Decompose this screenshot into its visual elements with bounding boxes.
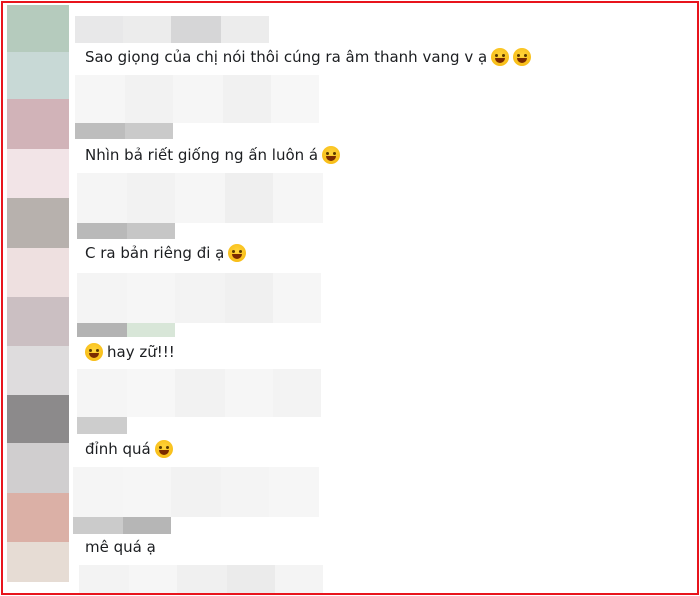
comment-4-text: hay zữ!!! bbox=[107, 343, 175, 361]
comment-1-text: Sao giọng của chị nói thôi cúng ra âm th… bbox=[85, 48, 488, 66]
comment-screenshot-frame: Sao giọng của chị nói thôi cúng ra âm th… bbox=[1, 1, 699, 595]
comment-6-text: mê quá ạ bbox=[85, 538, 156, 556]
comment-3: C ra bản riêng đi ạ bbox=[85, 244, 247, 262]
comment-3-text: C ra bản riêng đi ạ bbox=[85, 244, 225, 262]
comment-2-text: Nhìn bả riết giống ng ấn luôn á bbox=[85, 146, 319, 164]
smiling-hearts-icon bbox=[154, 440, 173, 458]
loudly-crying-icon bbox=[228, 244, 247, 262]
comment-1: Sao giọng của chị nói thôi cúng ra âm th… bbox=[85, 48, 532, 66]
grinning-icon bbox=[322, 146, 341, 164]
tears-of-joy-icon bbox=[513, 48, 532, 66]
comment-4: hay zữ!!! bbox=[85, 343, 175, 361]
comment-5-text: đỉnh quá bbox=[85, 440, 151, 458]
comment-2: Nhìn bả riết giống ng ấn luôn á bbox=[85, 146, 341, 164]
pleading-face-icon bbox=[85, 343, 103, 361]
comment-5: đỉnh quá bbox=[85, 440, 173, 458]
comment-6: mê quá ạ bbox=[85, 538, 156, 556]
sweat-smile-icon bbox=[491, 48, 510, 66]
